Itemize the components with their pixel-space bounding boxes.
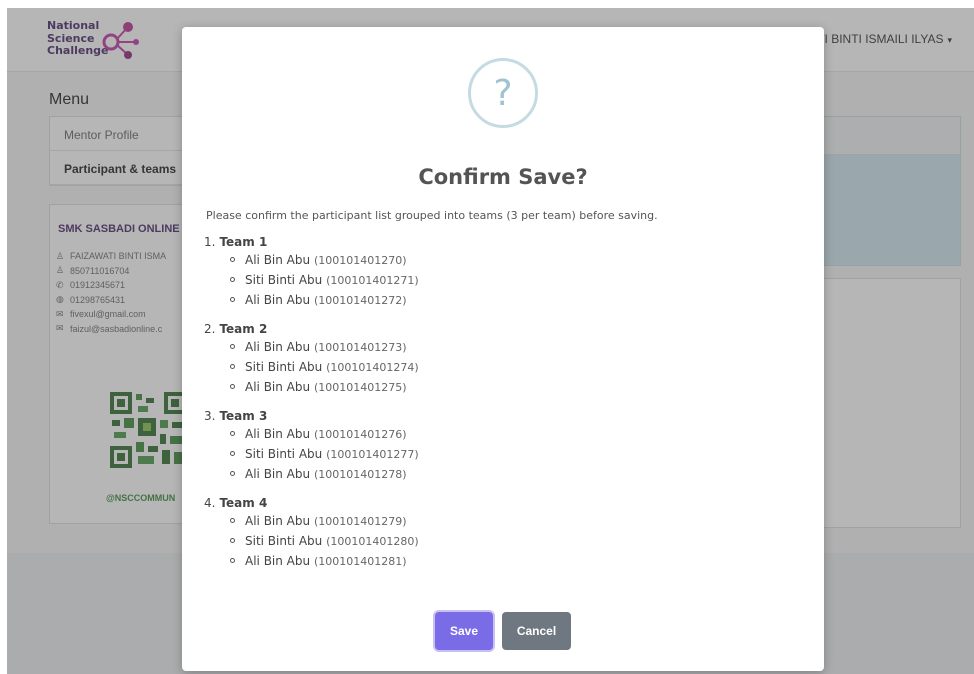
team-group: 3. Team 3 Ali Bin Abu (100101401276) Siti… [204,408,794,484]
cancel-button[interactable]: Cancel [502,612,571,650]
dialog-title: Confirm Save? [418,165,588,189]
team-member: Siti Binti Abu (100101401277) [230,444,794,464]
team-member: Ali Bin Abu (100101401281) [230,551,794,571]
bullet-icon [230,297,235,302]
team-member: Ali Bin Abu (100101401278) [230,464,794,484]
team-group: 1. Team 1 Ali Bin Abu (100101401270) Siti… [204,234,794,310]
team-heading: 4. Team 4 [204,496,268,510]
save-button[interactable]: Save [435,612,493,650]
team-member: Siti Binti Abu (100101401280) [230,531,794,551]
team-group: 4. Team 4 Ali Bin Abu (100101401279) Siti… [204,495,794,571]
bullet-icon [230,344,235,349]
team-heading: 2. Team 2 [204,322,268,336]
team-member: Ali Bin Abu (100101401279) [230,511,794,531]
bullet-icon [230,518,235,523]
bullet-icon [230,558,235,563]
bullet-icon [230,431,235,436]
bullet-icon [230,257,235,262]
bullet-icon [230,277,235,282]
question-icon: ? [468,58,538,128]
bullet-icon [230,364,235,369]
team-member: Ali Bin Abu (100101401270) [230,250,794,270]
team-member: Ali Bin Abu (100101401272) [230,290,794,310]
team-heading: 3. Team 3 [204,409,268,423]
team-member: Ali Bin Abu (100101401276) [230,424,794,444]
bullet-icon [230,451,235,456]
team-member: Ali Bin Abu (100101401275) [230,377,794,397]
team-heading: 1. Team 1 [204,235,268,249]
team-member: Siti Binti Abu (100101401271) [230,270,794,290]
confirm-save-dialog: ? Confirm Save? Please confirm the parti… [182,27,824,671]
team-group: 2. Team 2 Ali Bin Abu (100101401273) Siti… [204,321,794,397]
bullet-icon [230,384,235,389]
team-list: 1. Team 1 Ali Bin Abu (100101401270) Siti… [204,234,794,582]
team-member: Ali Bin Abu (100101401273) [230,337,794,357]
bullet-icon [230,538,235,543]
bullet-icon [230,471,235,476]
dialog-description: Please confirm the participant list grou… [206,209,658,222]
team-member: Siti Binti Abu (100101401274) [230,357,794,377]
